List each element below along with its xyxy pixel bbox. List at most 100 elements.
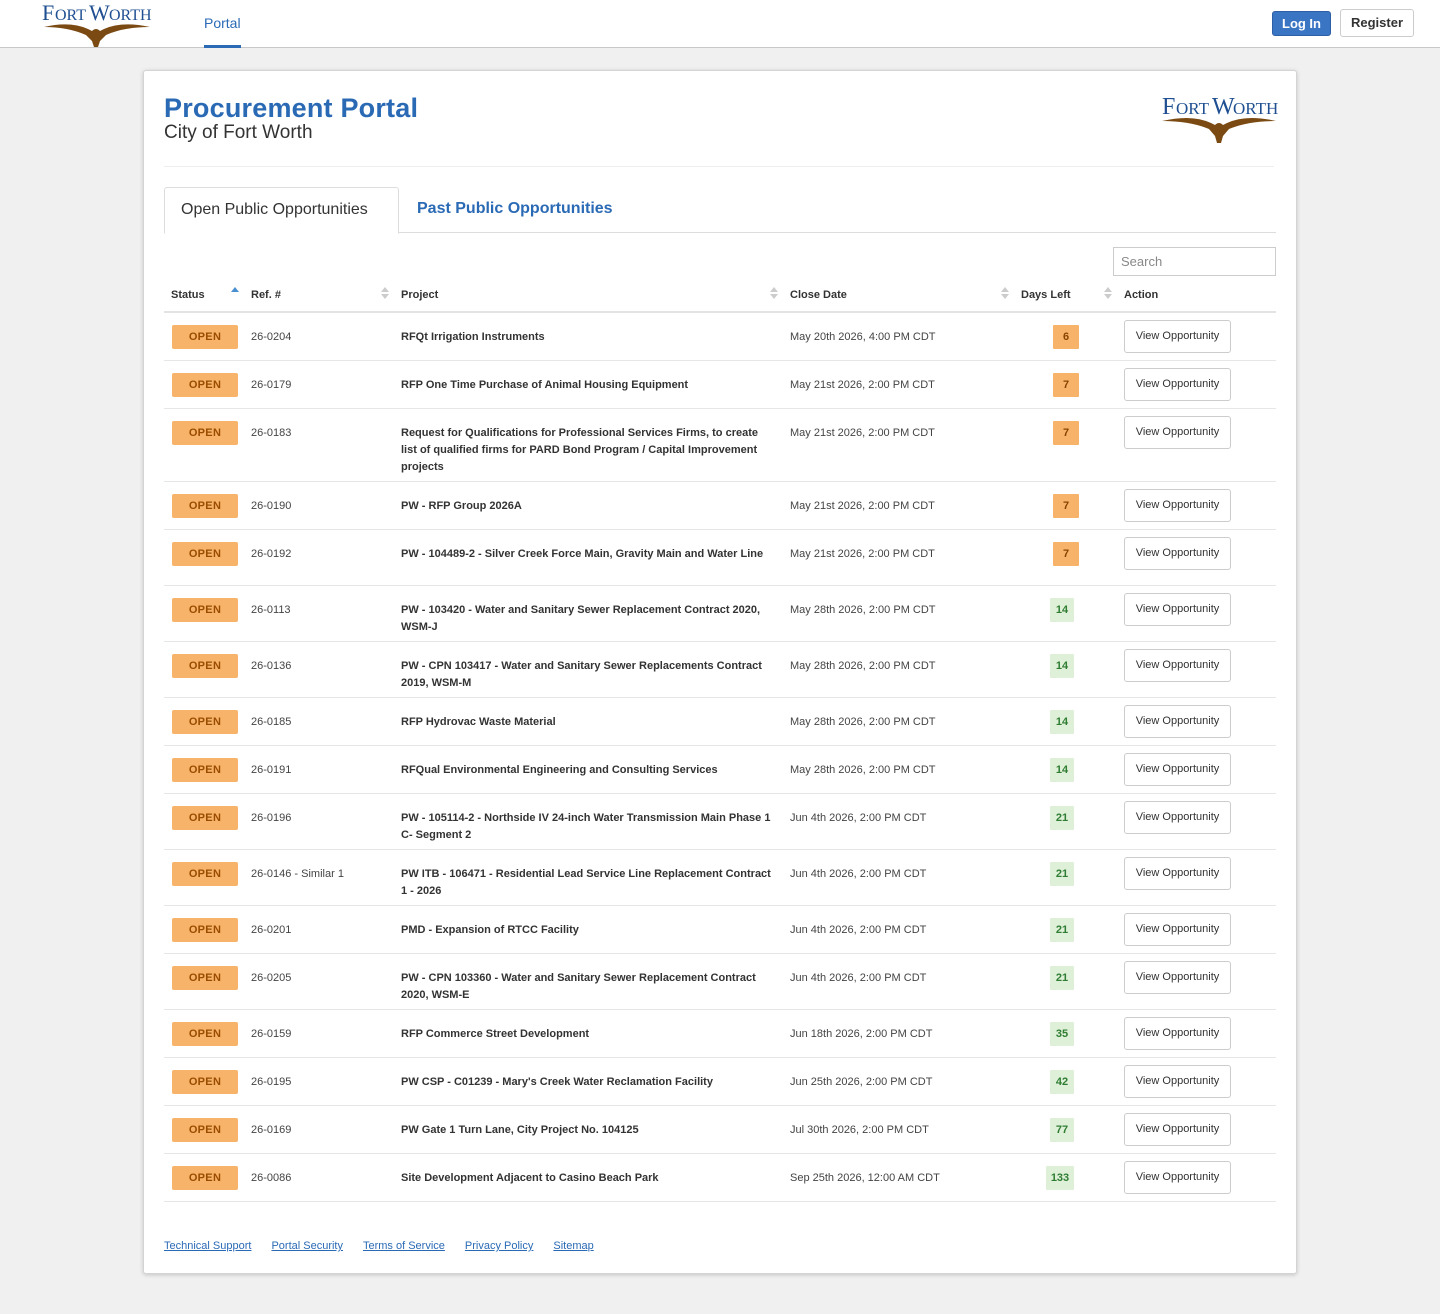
svg-text:ORTH: ORTH xyxy=(1233,99,1278,118)
view-opportunity-button[interactable]: View Opportunity xyxy=(1124,801,1231,834)
view-opportunity-button[interactable]: View Opportunity xyxy=(1124,320,1231,353)
days-left-badge: 14 xyxy=(1050,598,1074,622)
view-opportunity-button[interactable]: View Opportunity xyxy=(1124,913,1231,946)
svg-text:W: W xyxy=(89,1,110,25)
sort-ascending-icon[interactable] xyxy=(231,287,239,301)
sort-icon[interactable] xyxy=(1001,287,1009,301)
table-row: OPEN 26-0113 PW - 103420 - Water and Sanit… xyxy=(164,586,1276,642)
ref-number: 26-0183 xyxy=(251,427,292,439)
days-left-badge: 77 xyxy=(1050,1118,1074,1142)
table-row: OPEN 26-0136 PW - CPN 103417 - Water and S… xyxy=(164,642,1276,698)
view-opportunity-button[interactable]: View Opportunity xyxy=(1124,1065,1231,1098)
status-badge: OPEN xyxy=(172,710,238,734)
view-opportunity-button[interactable]: View Opportunity xyxy=(1124,1017,1231,1050)
view-opportunity-button[interactable]: View Opportunity xyxy=(1124,416,1231,449)
column-header-days-left[interactable]: Days Left xyxy=(1021,289,1071,301)
status-badge: OPEN xyxy=(172,1118,238,1142)
sort-icon[interactable] xyxy=(1104,287,1112,301)
ref-number: 26-0113 xyxy=(251,604,291,616)
nav-tab-portal[interactable]: Portal xyxy=(204,0,241,48)
search-input[interactable] xyxy=(1113,247,1276,276)
footer-link[interactable]: Terms of Service xyxy=(363,1240,445,1252)
project-title: PMD - Expansion of RTCC Facility xyxy=(401,924,579,936)
table-row: OPEN 26-0185 RFP Hydrovac Waste Material Ma… xyxy=(164,698,1276,746)
footer-links: Technical Support Portal Security Terms of… xyxy=(164,1240,614,1252)
days-left-badge: 7 xyxy=(1053,494,1079,518)
ref-number: 26-0169 xyxy=(251,1124,292,1136)
view-opportunity-button[interactable]: View Opportunity xyxy=(1124,857,1231,890)
close-date: Jun 4th 2026, 2:00 PM CDT xyxy=(790,972,927,984)
opportunities-table-body: OPEN 26-0204 RFQt Irrigation Instruments Ma… xyxy=(164,313,1276,1202)
view-opportunity-button[interactable]: View Opportunity xyxy=(1124,368,1231,401)
view-opportunity-button[interactable]: View Opportunity xyxy=(1124,705,1231,738)
status-badge: OPEN xyxy=(172,806,238,830)
days-left-badge: 21 xyxy=(1050,966,1074,990)
table-row: OPEN 26-0204 RFQt Irrigation Instruments Ma… xyxy=(164,313,1276,361)
svg-text:F: F xyxy=(1162,94,1175,120)
footer-link[interactable]: Technical Support xyxy=(164,1240,251,1252)
view-opportunity-button[interactable]: View Opportunity xyxy=(1124,753,1231,786)
close-date: May 28th 2026, 2:00 PM CDT xyxy=(790,764,936,776)
svg-text:ORTH: ORTH xyxy=(109,7,152,24)
view-opportunity-button[interactable]: View Opportunity xyxy=(1124,1113,1231,1146)
fort-worth-logo[interactable]: F ORT W ORTH xyxy=(40,1,152,47)
ref-number: 26-0185 xyxy=(251,716,292,728)
sort-icon[interactable] xyxy=(770,287,778,301)
project-title: PW Gate 1 Turn Lane, City Project No. 10… xyxy=(401,1124,639,1136)
tab-open-opportunities[interactable]: Open Public Opportunities xyxy=(164,187,399,234)
opportunity-tabs: Open Public Opportunities Past Public Op… xyxy=(164,187,1276,234)
page-title: Procurement Portal xyxy=(164,93,419,123)
status-badge: OPEN xyxy=(172,862,238,886)
view-opportunity-button[interactable]: View Opportunity xyxy=(1124,961,1231,994)
tab-past-opportunities[interactable]: Past Public Opportunities xyxy=(401,187,629,233)
close-date: Jun 18th 2026, 2:00 PM CDT xyxy=(790,1028,933,1040)
column-header-ref[interactable]: Ref. # xyxy=(251,289,281,301)
close-date: Jun 4th 2026, 2:00 PM CDT xyxy=(790,868,927,880)
view-opportunity-button[interactable]: View Opportunity xyxy=(1124,649,1231,682)
table-row: OPEN 26-0159 RFP Commerce Street Developme… xyxy=(164,1010,1276,1058)
footer-link[interactable]: Portal Security xyxy=(271,1240,343,1252)
status-badge: OPEN xyxy=(172,421,238,445)
ref-number: 26-0196 xyxy=(251,812,292,824)
days-left-badge: 7 xyxy=(1053,373,1079,397)
view-opportunity-button[interactable]: View Opportunity xyxy=(1124,537,1231,570)
days-left-badge: 7 xyxy=(1053,421,1079,445)
status-badge: OPEN xyxy=(172,494,238,518)
column-header-close-date[interactable]: Close Date xyxy=(790,289,847,301)
header-divider xyxy=(164,166,1274,167)
ref-number: 26-0179 xyxy=(251,379,292,391)
project-title: RFP Hydrovac Waste Material xyxy=(401,716,556,728)
footer-link[interactable]: Privacy Policy xyxy=(465,1240,533,1252)
close-date: May 21st 2026, 2:00 PM CDT xyxy=(790,427,935,439)
register-button[interactable]: Register xyxy=(1340,9,1414,37)
project-title: PW ITB - 106471 - Residential Lead Servi… xyxy=(401,868,771,897)
days-left-badge: 21 xyxy=(1050,918,1074,942)
project-title: RFQual Environmental Engineering and Con… xyxy=(401,764,718,776)
column-header-status[interactable]: Status xyxy=(171,289,205,301)
close-date: Jun 4th 2026, 2:00 PM CDT xyxy=(790,812,927,824)
ref-number: 26-0195 xyxy=(251,1076,292,1088)
status-badge: OPEN xyxy=(172,542,238,566)
project-title: RFP One Time Purchase of Animal Housing … xyxy=(401,379,689,391)
login-button[interactable]: Log In xyxy=(1272,11,1331,36)
project-title: PW - 104489-2 - Silver Creek Force Main,… xyxy=(401,548,764,560)
close-date: Sep 25th 2026, 12:00 AM CDT xyxy=(790,1172,940,1184)
svg-text:ORT: ORT xyxy=(1176,99,1210,118)
view-opportunity-button[interactable]: View Opportunity xyxy=(1124,593,1231,626)
ref-number: 26-0192 xyxy=(251,548,292,560)
project-title: Request for Qualifications for Professio… xyxy=(401,427,759,473)
main-card: Procurement Portal City of Fort Worth F … xyxy=(143,70,1297,1274)
ref-number: 26-0190 xyxy=(251,500,292,512)
days-left-badge: 21 xyxy=(1050,862,1074,886)
view-opportunity-button[interactable]: View Opportunity xyxy=(1124,489,1231,522)
svg-text:ORT: ORT xyxy=(55,7,86,24)
column-header-project[interactable]: Project xyxy=(401,289,438,301)
project-title: PW - 103420 - Water and Sanitary Sewer R… xyxy=(401,604,761,633)
view-opportunity-button[interactable]: View Opportunity xyxy=(1124,1161,1231,1194)
ref-number: 26-0086 xyxy=(251,1172,292,1184)
table-row: OPEN 26-0169 PW Gate 1 Turn Lane, City Pro… xyxy=(164,1106,1276,1154)
ref-number: 26-0204 xyxy=(251,331,292,343)
days-left-badge: 21 xyxy=(1050,806,1074,830)
sort-icon[interactable] xyxy=(381,287,389,301)
footer-link[interactable]: Sitemap xyxy=(553,1240,593,1252)
